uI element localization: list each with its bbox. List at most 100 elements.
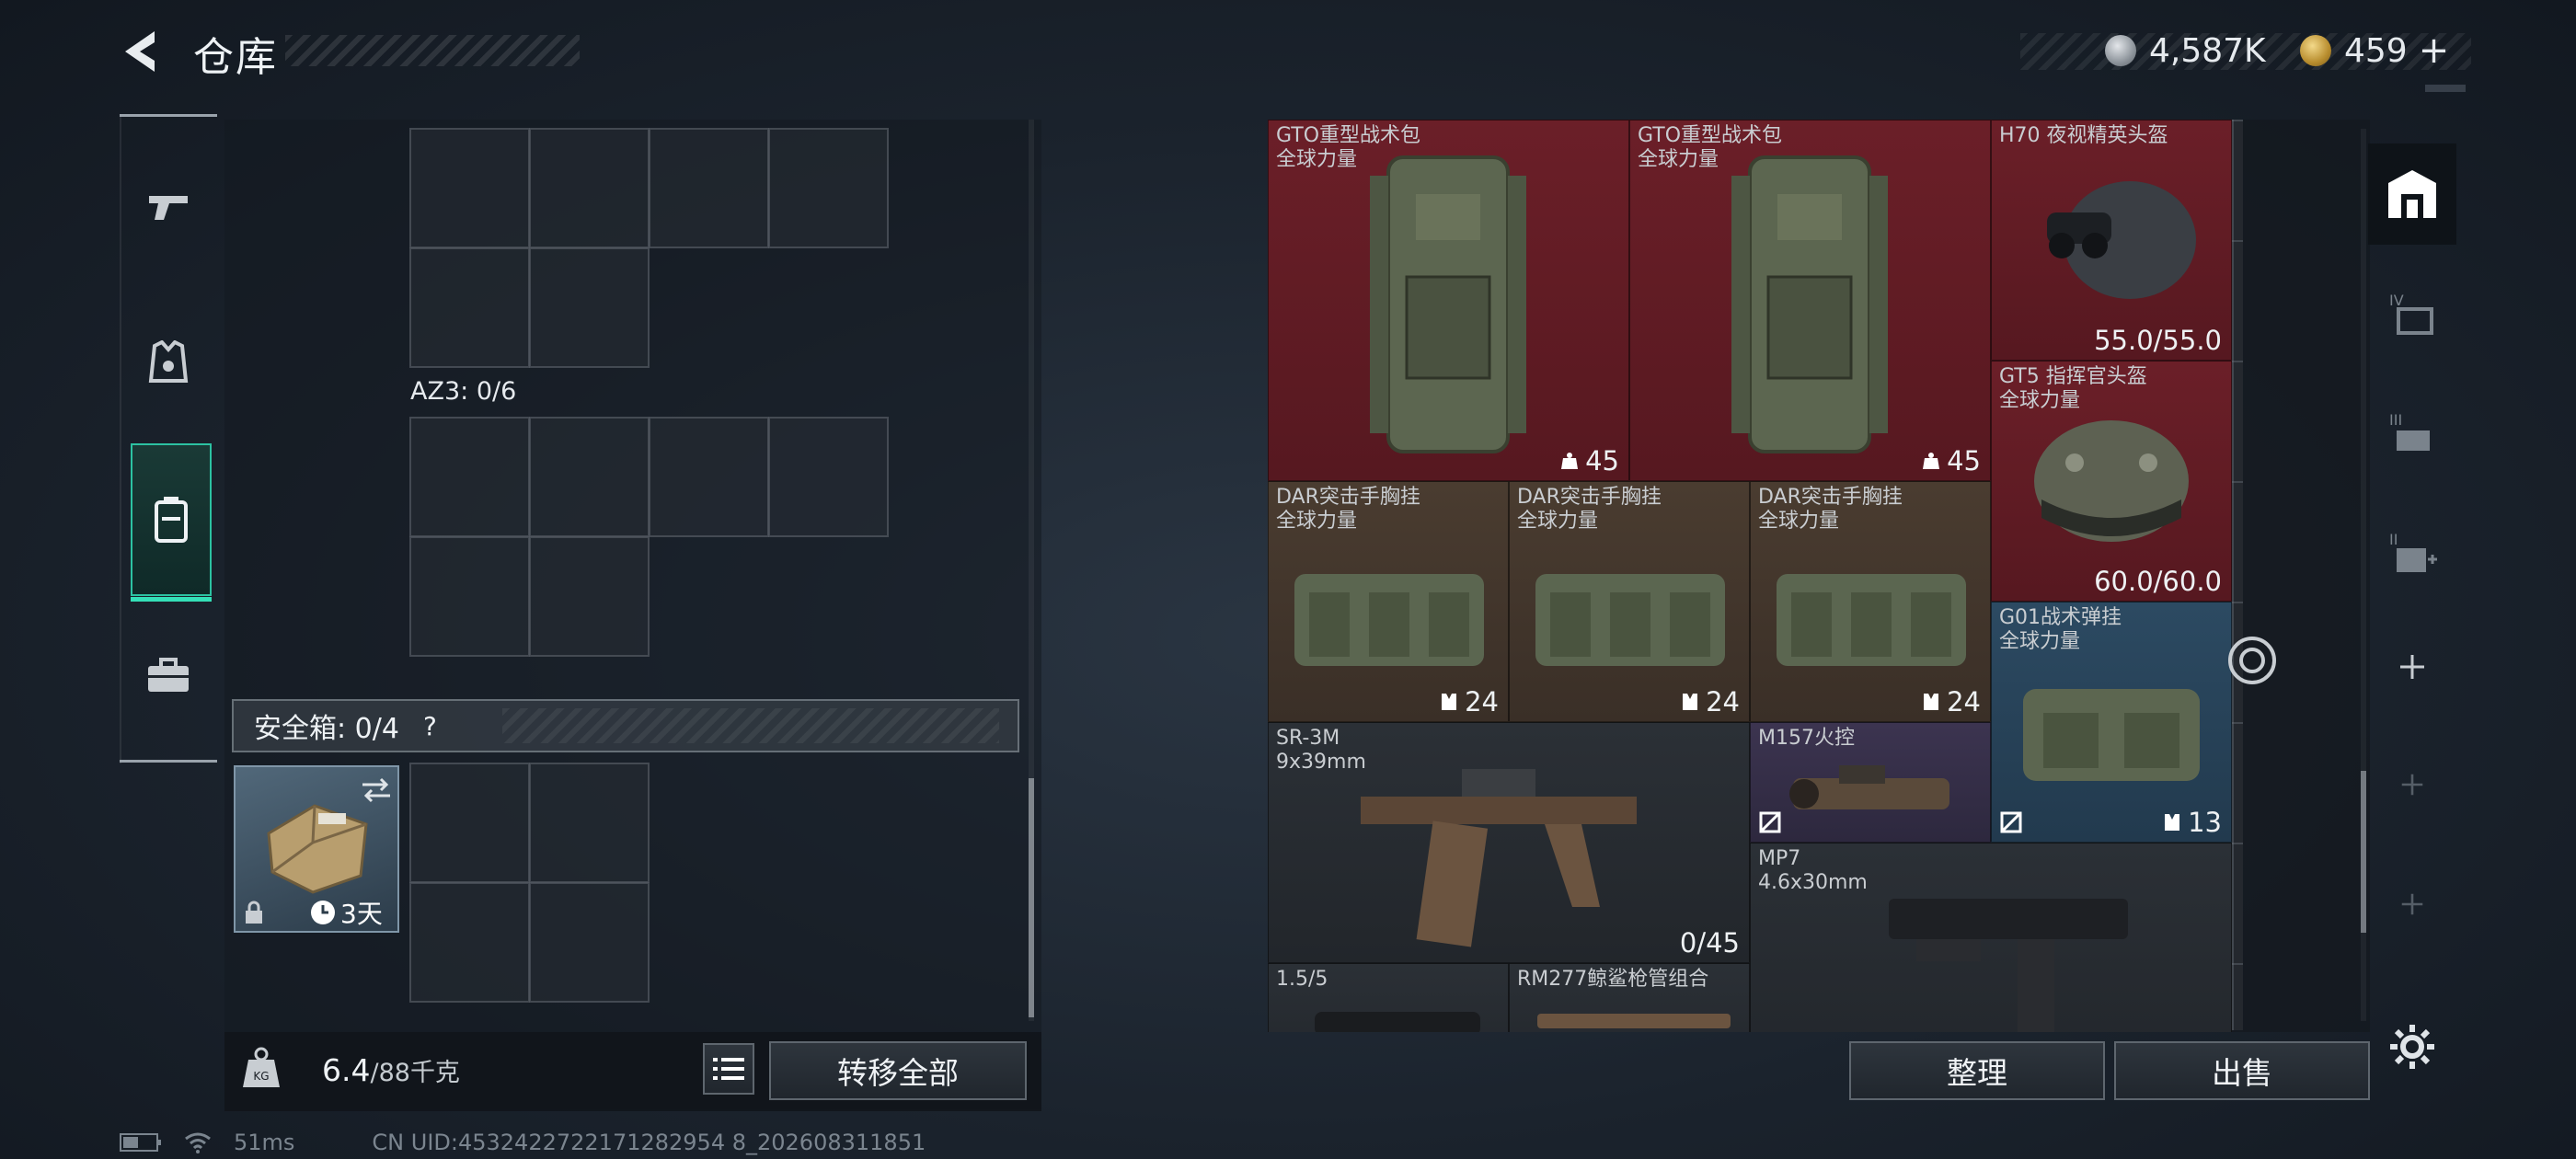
stash-page-2[interactable]: II (2368, 502, 2456, 603)
grid-slot[interactable] (529, 536, 650, 657)
gold-coin-icon (2300, 35, 2331, 66)
container-grid-2 (409, 417, 889, 657)
stash-tier-4-icon: IV (2389, 292, 2433, 335)
left-scroll-thumb[interactable] (1029, 778, 1034, 1017)
rig-capacity-icon (1924, 694, 1939, 710)
list-view-button[interactable] (703, 1043, 754, 1095)
stash-item[interactable]: SR-3M 9x39mm 0/45 (1268, 722, 1750, 963)
stash-item[interactable]: 1.5/5 (1268, 963, 1509, 1032)
settings-gear-icon[interactable] (2388, 1023, 2436, 1071)
stash-item[interactable]: GTO重型战术包 全球力量 45 (1629, 120, 1991, 481)
grid-slot[interactable] (529, 128, 650, 248)
item-count: 24 (1439, 686, 1499, 717)
back-arrow-icon[interactable] (118, 28, 166, 75)
stash-item[interactable]: H70 夜视精英头盔 55.0/55.0 (1991, 120, 2232, 361)
grid-slot[interactable] (409, 536, 530, 657)
rail-armor[interactable] (120, 313, 217, 414)
armor-vest-icon (148, 340, 189, 383)
no-insure-icon (1759, 811, 1781, 833)
svg-text:III: III (2389, 411, 2402, 429)
corner-decoration (2425, 85, 2466, 92)
locate-item-icon[interactable] (2226, 635, 2278, 686)
stash-item[interactable]: M157火控 (1750, 722, 1991, 843)
add-stash-page-button[interactable] (2368, 734, 2456, 835)
smg-image (1889, 899, 2128, 1032)
stash-item[interactable]: GTO重型战术包 全球力量 45 (1268, 120, 1629, 481)
stash-page-4[interactable]: IV (2368, 263, 2456, 364)
chest-rig-image (1777, 574, 1966, 666)
stash-tier-2-icon: II (2389, 531, 2437, 572)
grid-slot[interactable] (649, 128, 769, 248)
transfer-all-button[interactable]: 转移全部 (769, 1041, 1027, 1100)
grid-slot[interactable] (409, 128, 530, 248)
ammo-rig-image (2023, 689, 2200, 781)
safe-box-bar: 安全箱: 0/4 ? (232, 699, 1019, 752)
grid-slot[interactable] (768, 417, 889, 537)
weight-max: /88千克 (370, 1059, 460, 1087)
stash-page-main[interactable] (2368, 143, 2456, 245)
stash-item[interactable]: MP7 4.6x30mm (1750, 843, 2232, 1032)
gold-amount: 459 (2344, 31, 2408, 70)
helmet-image (2034, 420, 2189, 542)
item-count: 24 (1680, 686, 1740, 717)
stash-item[interactable]: DAR突击手胸挂 全球力量 24 (1268, 481, 1509, 722)
grid-slot[interactable] (649, 417, 769, 537)
grid-slot[interactable] (409, 882, 530, 1003)
silver-coin-icon (2105, 35, 2136, 66)
rail-weapons[interactable] (120, 155, 217, 256)
svg-text:II: II (2389, 531, 2398, 548)
stash-item[interactable]: RM277鲸鲨枪管组合 (1509, 963, 1750, 1032)
night-vision-helmet-image (2047, 181, 2196, 299)
sell-button[interactable]: 出售 (2114, 1041, 2370, 1100)
help-icon[interactable]: ? (423, 711, 437, 741)
briefcase-icon (148, 658, 189, 692)
grid-slot[interactable] (529, 247, 650, 368)
fire-control-image (1789, 765, 1949, 809)
safe-box-item[interactable]: 3天 (234, 765, 399, 933)
stash-item[interactable]: DAR突击手胸挂 全球力量 24 (1750, 481, 1991, 722)
plus-icon (2400, 655, 2424, 679)
svg-text:IV: IV (2389, 292, 2404, 309)
backpack-image (1731, 155, 1888, 453)
add-stash-page-button[interactable] (2368, 854, 2456, 955)
stash-item[interactable]: G01战术弹挂 全球力量 13 (1991, 602, 2232, 843)
grid-slot[interactable] (409, 247, 530, 368)
gold-add-button[interactable]: + (2419, 29, 2450, 72)
stash-item[interactable]: DAR突击手胸挂 全球力量 24 (1509, 481, 1750, 722)
grid-slot[interactable] (768, 128, 889, 248)
add-stash-page-button[interactable] (2368, 616, 2456, 717)
item-durability: 55.0/55.0 (2094, 325, 2222, 356)
stash-scroll-thumb[interactable] (2361, 771, 2366, 933)
rail-toolbox[interactable] (120, 625, 217, 727)
container-capacity-label: AZ3: 0/6 (410, 377, 517, 406)
chest-rig-image (1535, 574, 1725, 666)
grid-slot[interactable] (409, 763, 530, 883)
svg-text:KG: KG (253, 1070, 269, 1083)
grid-slot[interactable] (409, 417, 530, 537)
gold-currency[interactable]: 459 + (2300, 28, 2449, 74)
grid-slot[interactable] (529, 417, 650, 537)
stash-tier-3-icon: III (2389, 411, 2430, 451)
user-uid: CN UID:4532422722171282954 8_20260831185… (372, 1130, 926, 1155)
grid-slot[interactable] (529, 763, 650, 883)
rig-capacity-icon (1442, 694, 1457, 710)
rail-backpack[interactable] (131, 443, 212, 602)
safe-box-label: 安全箱: 0/4 (254, 713, 399, 745)
stash-page-3[interactable]: III (2368, 383, 2456, 484)
item-name: DAR突击手胸挂 全球力量 (1276, 486, 1420, 533)
silver-amount: 4,587K (2149, 31, 2266, 70)
item-name: G01战术弹挂 全球力量 (1999, 606, 2122, 653)
grid-slot[interactable] (529, 882, 650, 1003)
list-icon (713, 1058, 744, 1080)
swap-icon[interactable] (361, 776, 392, 804)
silver-currency[interactable]: 4,587K (2105, 28, 2266, 74)
item-count: 24 (1921, 686, 1981, 717)
barrel-image (1537, 1014, 1731, 1028)
capacity-icon (1561, 453, 1579, 469)
status-bar: 51ms CN UID:4532422722171282954 8_202608… (120, 1130, 926, 1155)
stash-item[interactable]: GT5 指挥官头盔 全球力量 60.0/60.0 (1991, 361, 2232, 602)
safe-box-duration: 3天 (340, 899, 383, 929)
weight-readout: 6.4/88千克 (322, 1052, 460, 1088)
sort-button[interactable]: 整理 (1849, 1041, 2105, 1100)
rig-capacity-icon (2165, 814, 2180, 831)
